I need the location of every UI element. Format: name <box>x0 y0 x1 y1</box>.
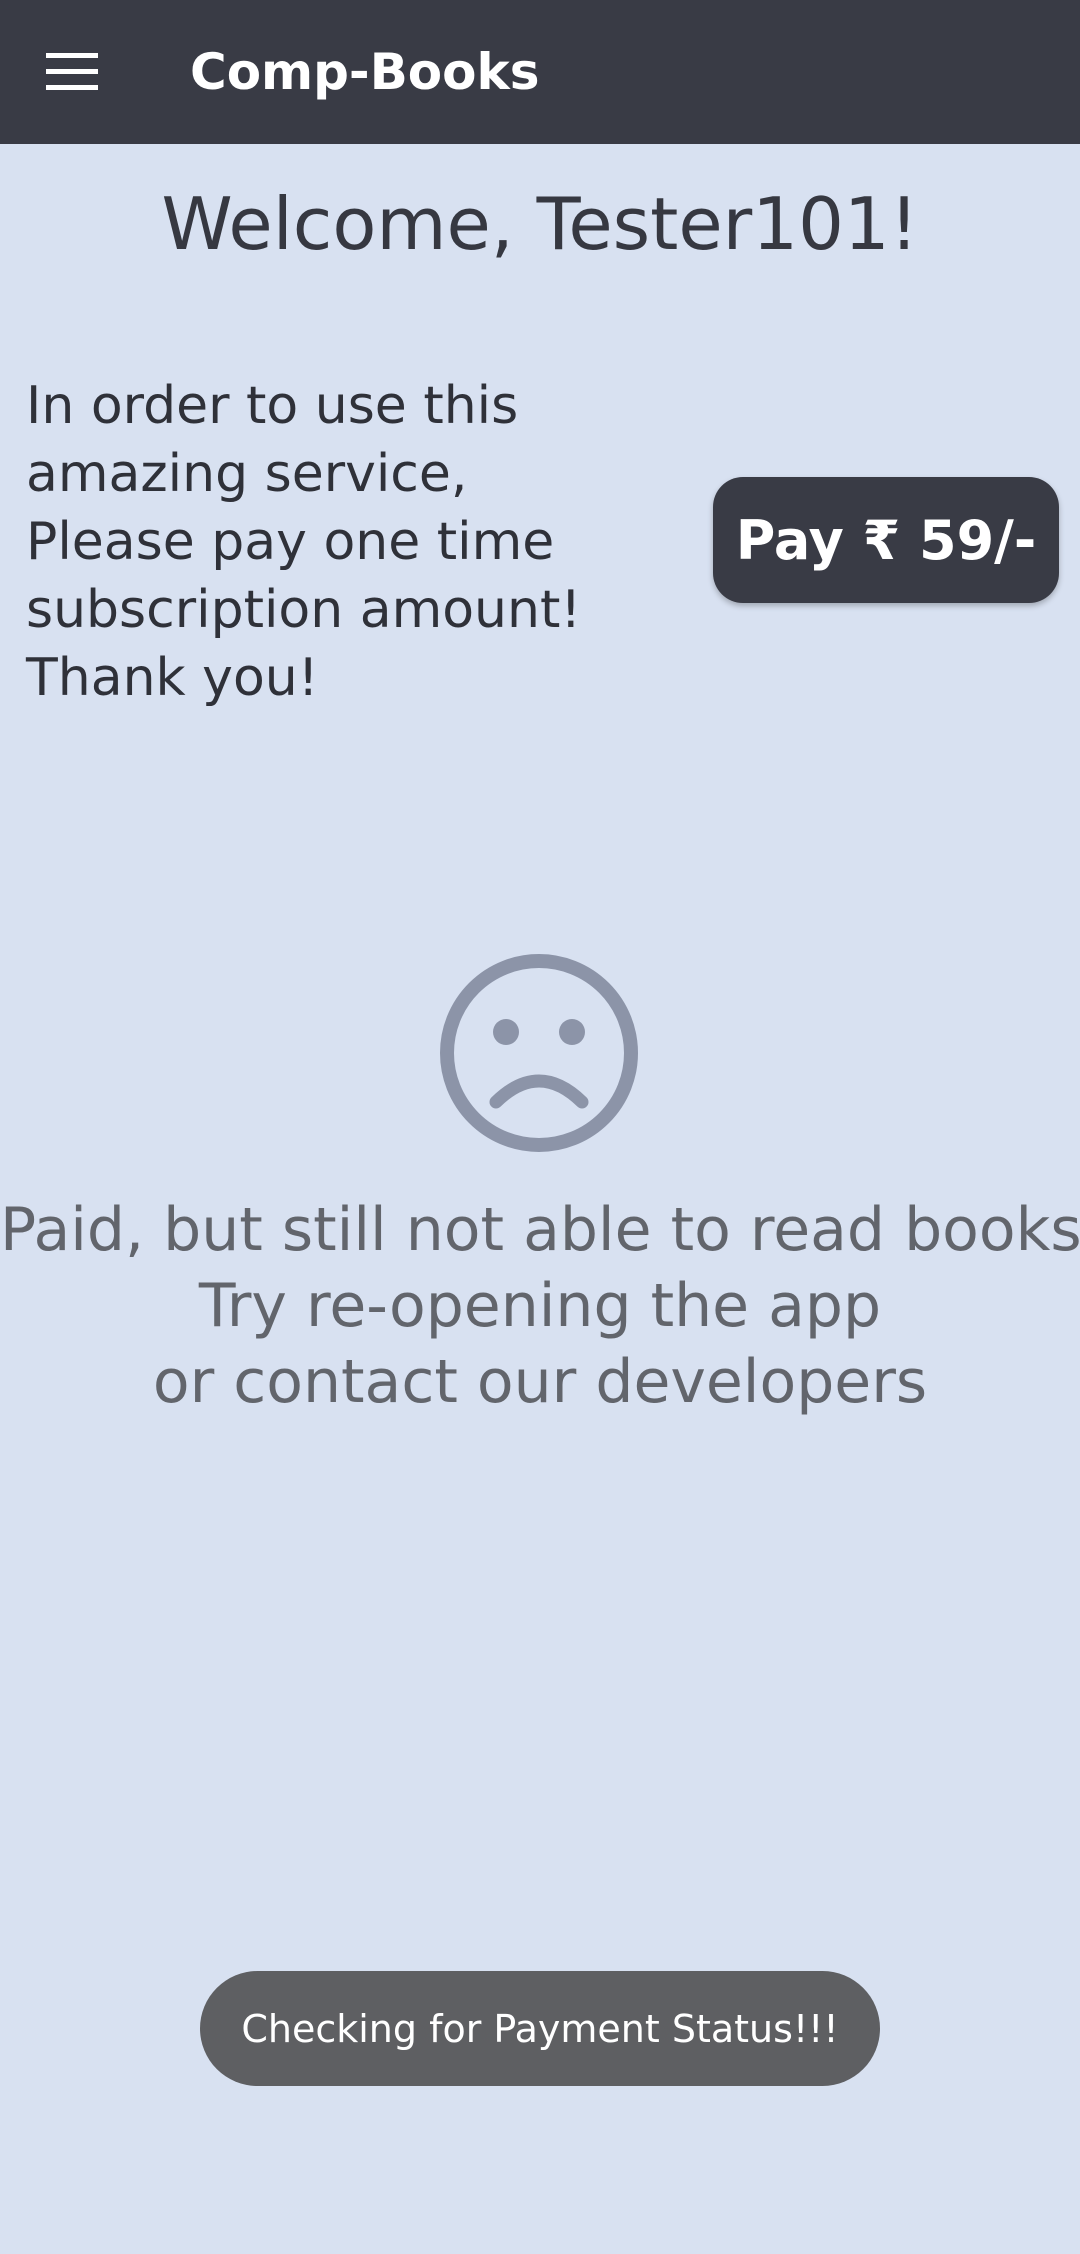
info-line: amazing service, <box>26 444 468 504</box>
pay-button[interactable]: Pay ₹ 59/- <box>713 477 1059 603</box>
menu-button[interactable] <box>28 28 116 116</box>
payment-status-toast: Checking for Payment Status!!! <box>200 1971 880 2086</box>
info-line: Please pay one time <box>26 512 555 572</box>
app-bar: Comp-Books <box>0 0 1080 144</box>
help-line: or contact our developers <box>152 1347 928 1417</box>
app-title: Comp-Books <box>190 43 540 101</box>
info-line: subscription amount! <box>26 580 582 640</box>
help-line: Paid, but still not able to read books ? <box>0 1195 1080 1265</box>
help-message: Paid, but still not able to read books ?… <box>0 1192 1080 1420</box>
info-line: Thank you! <box>26 648 319 708</box>
info-line: In order to use this <box>26 376 519 436</box>
subscription-info: In order to use this amazing service, Pl… <box>26 372 666 712</box>
help-line: Try re-opening the app <box>198 1271 882 1341</box>
welcome-heading: Welcome, Tester101! <box>161 182 919 266</box>
hamburger-menu-icon <box>46 53 98 91</box>
sad-face-icon <box>438 952 640 1154</box>
